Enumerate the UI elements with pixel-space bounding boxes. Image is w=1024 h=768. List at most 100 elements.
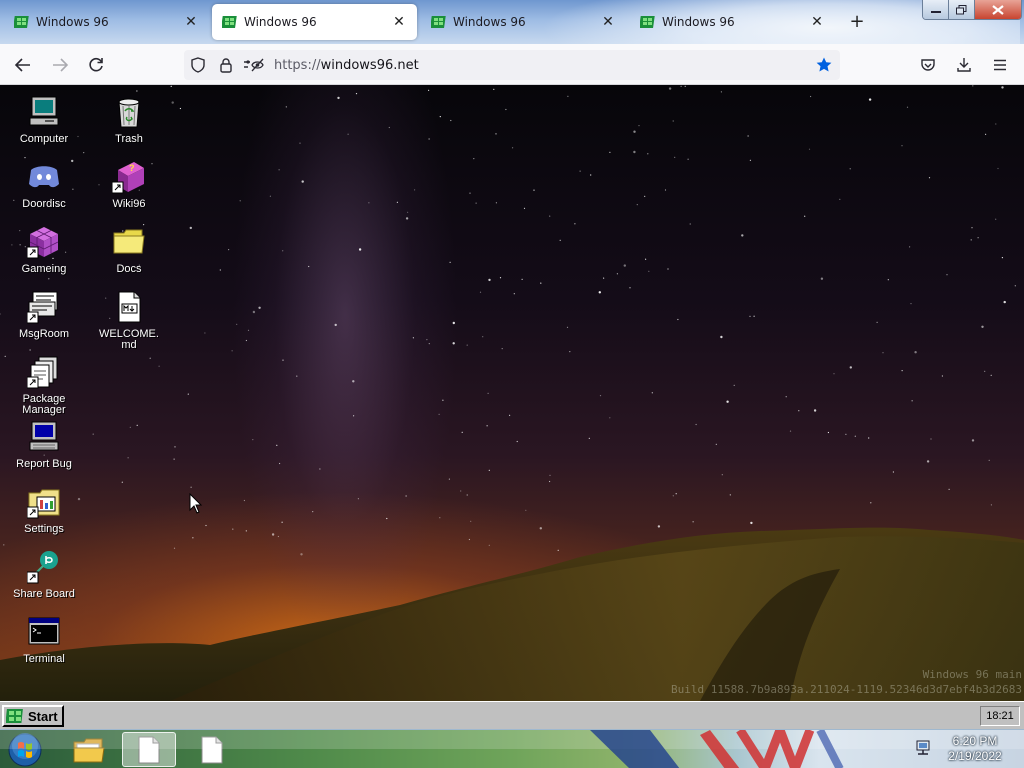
- desktop-icon-computer[interactable]: Computer: [2, 95, 86, 145]
- close-window-button[interactable]: [974, 0, 1021, 19]
- windows96-logo-icon: [6, 709, 23, 723]
- system-clock[interactable]: 6:20 PM 2/19/2022: [942, 734, 1008, 764]
- downloads-icon: [957, 58, 971, 72]
- pocket-button[interactable]: [916, 53, 940, 77]
- app-menu-button[interactable]: [988, 53, 1012, 77]
- tab-close-icon[interactable]: ✕: [600, 14, 616, 30]
- desktop-icon-gameing[interactable]: Gameing: [2, 225, 86, 275]
- cube-icon: [27, 227, 59, 259]
- start-label: Start: [28, 708, 58, 724]
- windows-start-orb[interactable]: [6, 732, 44, 768]
- tab-title: Windows 96: [662, 15, 735, 29]
- tab-title: Windows 96: [244, 15, 317, 29]
- tab-close-icon[interactable]: ✕: [809, 14, 825, 30]
- tab-title: Windows 96: [36, 15, 109, 29]
- folder-icon: [113, 229, 145, 254]
- minimize-button[interactable]: [923, 0, 950, 19]
- wallpaper-peek: [590, 730, 844, 768]
- computer-icon: [29, 96, 59, 126]
- bookmark-button[interactable]: [810, 51, 838, 79]
- tab-title: Windows 96: [453, 15, 526, 29]
- reload-icon: [89, 57, 103, 72]
- back-button[interactable]: [11, 53, 35, 77]
- markdown-file-icon: [118, 291, 141, 323]
- desktop-icon-package-manager[interactable]: Package Manager: [2, 355, 86, 416]
- clock-time: 6:20 PM: [952, 734, 998, 748]
- close-icon: [992, 4, 1004, 15]
- browser-tab[interactable]: Windows 96 ✕: [630, 4, 835, 40]
- taskbar-file-explorer[interactable]: [62, 732, 116, 767]
- browser-tab[interactable]: Windows 96 ✕: [421, 4, 626, 40]
- icon-label: Doordisc: [22, 198, 66, 210]
- restore-icon: [956, 4, 967, 14]
- desktop-icon-docs[interactable]: Docs: [87, 225, 171, 275]
- forward-button[interactable]: [48, 53, 72, 77]
- tab-close-icon[interactable]: ✕: [391, 14, 407, 30]
- win96-desktop[interactable]: Windows 96 main Build 11588.7b9a893a.211…: [0, 85, 1024, 701]
- start-button[interactable]: Start: [2, 705, 64, 727]
- icon-label: Docs: [116, 263, 142, 275]
- mouse-cursor-icon: [189, 493, 203, 514]
- trash-icon: [118, 98, 140, 128]
- browser-navigation-bar: https://windows96.net: [0, 44, 1024, 85]
- downloads-button[interactable]: [952, 53, 976, 77]
- browser-tab-active[interactable]: Windows 96 ✕: [212, 4, 417, 40]
- forward-icon: [53, 58, 69, 72]
- permissions-button[interactable]: [240, 51, 268, 79]
- address-bar[interactable]: https://windows96.net: [184, 50, 840, 80]
- new-tab-button[interactable]: +: [847, 12, 867, 32]
- desktop-icon-settings[interactable]: Settings: [2, 485, 86, 535]
- desktop-icon-welcome-md[interactable]: WELCOME.md: [87, 290, 171, 351]
- icon-label: Terminal: [23, 653, 65, 665]
- clock-date: 2/19/2022: [948, 749, 1002, 763]
- desktop-icon-trash[interactable]: Trash: [87, 95, 171, 145]
- tracking-protection-icon[interactable]: [184, 51, 212, 79]
- back-icon: [14, 58, 30, 72]
- icon-label: MsgRoom: [18, 328, 70, 340]
- network-tray-icon[interactable]: [914, 739, 932, 757]
- watermark-line1: Windows 96 main: [922, 668, 1022, 681]
- report-bug-icon: [29, 421, 59, 451]
- icon-label: Share Board: [13, 588, 75, 600]
- browser-tab[interactable]: Windows 96 ✕: [4, 4, 209, 40]
- svg-text:?: ?: [129, 163, 135, 173]
- share-board-icon: [27, 551, 58, 584]
- icon-label: Computer: [19, 133, 69, 145]
- windows96-favicon-icon: [640, 16, 655, 28]
- desktop-icon-terminal[interactable]: Terminal: [2, 615, 86, 665]
- desktop-icon-wiki96[interactable]: ? Wiki96: [87, 160, 171, 210]
- restore-button[interactable]: [949, 0, 975, 19]
- desktop-icon-share-board[interactable]: Share Board: [2, 550, 86, 600]
- msgroom-icon: [27, 291, 58, 324]
- settings-icon: [27, 489, 60, 519]
- icon-label: Settings: [24, 523, 64, 535]
- document-icon: [138, 736, 160, 763]
- lock-icon: [220, 58, 232, 73]
- desktop-icon-doordisc[interactable]: Doordisc: [2, 160, 86, 210]
- file-explorer-icon: [73, 738, 105, 762]
- windows-orb-icon: [8, 733, 42, 767]
- host-taskbar: 6:20 PM 2/19/2022: [0, 729, 1024, 768]
- desktop-icon-report-bug[interactable]: Report Bug: [2, 420, 86, 470]
- url-text[interactable]: https://windows96.net: [274, 58, 810, 73]
- url-host: windows96.net: [320, 57, 419, 73]
- minimize-icon: [930, 10, 941, 13]
- site-security-icon[interactable]: [212, 51, 240, 79]
- icon-label: WELCOME.md: [99, 328, 159, 351]
- desktop-icon-msgroom[interactable]: MsgRoom: [2, 290, 86, 340]
- taskbar-document-active[interactable]: [122, 732, 176, 767]
- pocket-icon: [921, 59, 935, 71]
- star-icon: [816, 57, 832, 72]
- document-icon: [201, 736, 223, 763]
- taskbar-document[interactable]: [185, 732, 239, 767]
- build-watermark: Windows 96 main Build 11588.7b9a893a.211…: [671, 667, 1022, 697]
- browser-tab-bar: Windows 96 ✕ Windows 96 ✕ Windows 96 ✕ W…: [0, 0, 1024, 44]
- icon-label: Report Bug: [16, 458, 72, 470]
- windows96-favicon-icon: [222, 16, 237, 28]
- windows96-favicon-icon: [431, 16, 446, 28]
- menu-icon: [994, 59, 1006, 71]
- icon-label: Package Manager: [22, 393, 66, 416]
- tab-close-icon[interactable]: ✕: [183, 14, 199, 30]
- wiki-book-icon: ?: [112, 162, 144, 194]
- reload-button[interactable]: [84, 53, 108, 77]
